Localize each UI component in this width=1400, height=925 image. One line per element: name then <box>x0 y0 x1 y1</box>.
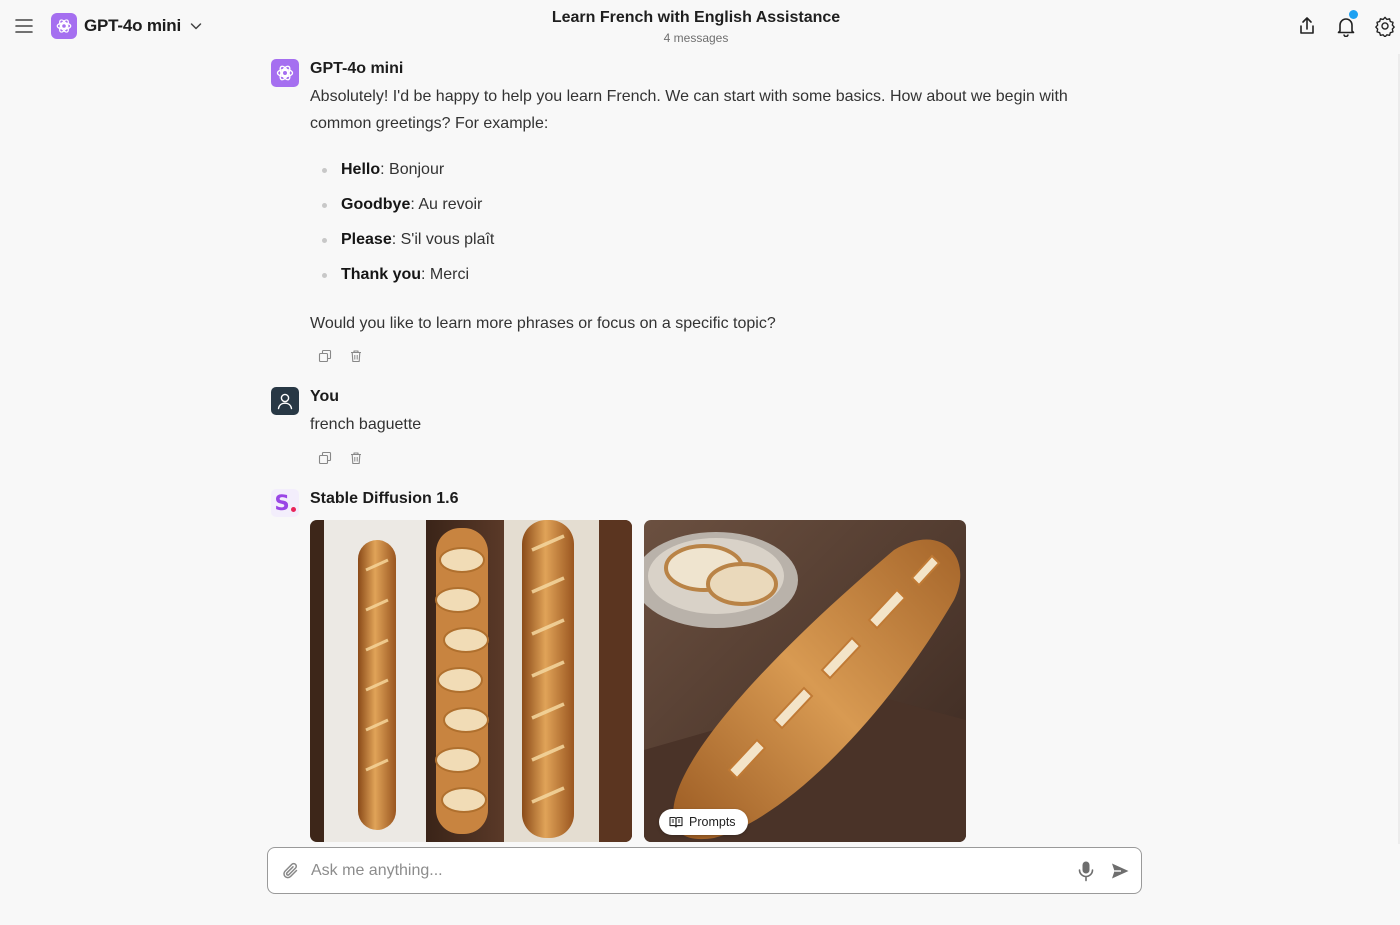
list-item: Hello: Bonjour <box>310 160 710 195</box>
stable-diffusion-logo-icon: S <box>271 489 299 517</box>
translation: : S'il vous plaît <box>391 231 495 248</box>
translation: : Bonjour <box>380 161 445 178</box>
copy-icon[interactable] <box>318 451 332 465</box>
send-icon[interactable] <box>1110 861 1130 881</box>
chevron-down-icon <box>190 23 202 30</box>
microphone-icon[interactable] <box>1076 860 1096 882</box>
model-selector[interactable]: GPT-4o mini <box>51 13 203 39</box>
message-count: 4 messages <box>663 31 729 45</box>
message-author: GPT-4o mini <box>310 60 404 77</box>
message-author: Stable Diffusion 1.6 <box>310 490 459 507</box>
term: Hello <box>341 161 381 178</box>
list-item: Goodbye: Au revoir <box>310 195 710 230</box>
term: Please <box>341 231 392 248</box>
term: Goodbye <box>341 196 411 213</box>
translation: : Au revoir <box>410 196 483 213</box>
prompts-label: Prompts <box>689 815 736 829</box>
openai-logo-icon <box>271 59 299 87</box>
openai-logo-icon <box>51 13 77 39</box>
trash-icon[interactable] <box>349 349 363 363</box>
settings-icon[interactable] <box>1374 15 1396 37</box>
conversation-header: Learn French with English Assistance 4 m… <box>450 9 942 45</box>
chat-input[interactable] <box>311 856 1051 886</box>
message-text: french baguette <box>310 416 422 433</box>
translation: : Merci <box>421 266 470 283</box>
top-bar: GPT-4o mini Learn French with English As… <box>0 0 1400 54</box>
list-item: Thank you: Merci <box>310 265 710 300</box>
image-grid: Prompts <box>310 520 970 844</box>
generated-image[interactable] <box>310 520 632 842</box>
message-author: You <box>310 388 340 405</box>
prompts-button[interactable]: Prompts <box>659 809 748 835</box>
book-icon <box>669 816 683 828</box>
copy-icon[interactable] <box>318 349 332 363</box>
message-composer <box>267 847 1142 894</box>
list-item: Please: S'il vous plaît <box>310 230 710 265</box>
paperclip-icon[interactable] <box>281 861 301 881</box>
conversation-title: Learn French with English Assistance <box>551 9 841 26</box>
menu-icon[interactable] <box>13 15 35 37</box>
image-message: S Stable Diffusion 1.6 Prompts <box>271 489 1131 845</box>
message-actions <box>318 451 363 465</box>
generated-image[interactable]: Prompts <box>644 520 966 842</box>
greetings-list: Hello: Bonjour Goodbye: Au revoir Please… <box>310 160 710 300</box>
user-icon <box>271 387 299 415</box>
message-outro: Would you like to learn more phrases or … <box>310 315 776 332</box>
share-icon[interactable] <box>1296 15 1318 37</box>
notification-badge <box>1349 10 1358 19</box>
message-actions <box>318 349 363 363</box>
message-intro: Absolutely! I'd be happy to help you lea… <box>310 88 1068 132</box>
notifications-button[interactable] <box>1335 10 1358 38</box>
model-name: GPT-4o mini <box>84 16 181 35</box>
assistant-message: GPT-4o mini Absolutely! I'd be happy to … <box>271 59 1131 374</box>
term: Thank you <box>341 266 422 283</box>
user-message: You french baguette <box>271 387 1131 477</box>
trash-icon[interactable] <box>349 451 363 465</box>
